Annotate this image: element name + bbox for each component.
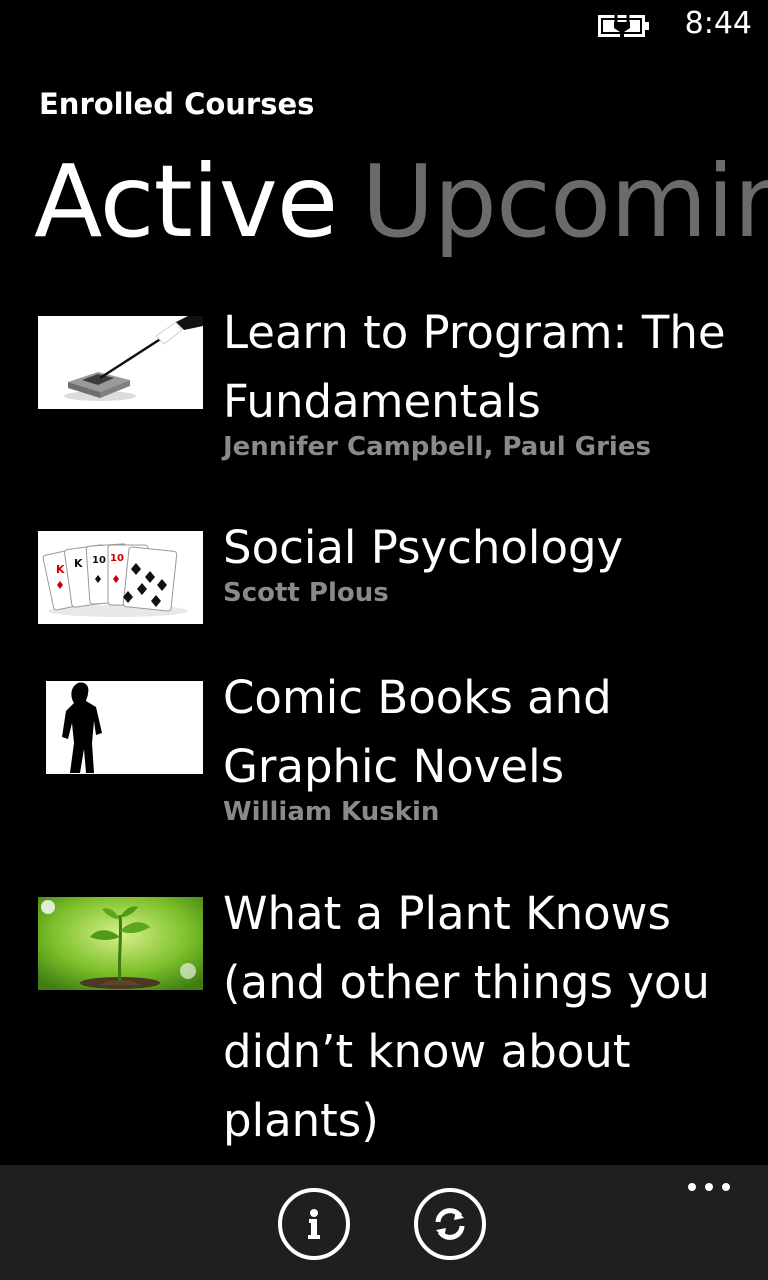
svg-text:10: 10: [92, 555, 106, 566]
course-title: Social Psychology: [223, 521, 624, 574]
info-button[interactable]: [278, 1188, 350, 1260]
playing-cards-image: K K 10 10: [38, 531, 203, 624]
svg-text:K: K: [74, 557, 83, 570]
course-text: Social Psychology Scott Plous: [223, 521, 743, 610]
svg-text:10: 10: [110, 553, 124, 564]
app-title: Enrolled Courses: [39, 87, 315, 121]
silhouette-figure-image: [38, 681, 203, 774]
refresh-icon: [435, 1208, 465, 1240]
ellipsis-icon[interactable]: [686, 1181, 732, 1193]
seedling-image: [38, 897, 203, 990]
course-text: Learn to Program: The Fundamentals Jenni…: [223, 306, 743, 464]
info-icon: [308, 1209, 320, 1239]
status-time: 8:44: [684, 6, 752, 41]
wand-over-box-image: [38, 316, 203, 409]
pivot-header: ActiveUpcoming: [34, 132, 768, 272]
course-text: What a Plant Knows (and other things you…: [223, 887, 743, 1155]
course-instructor: Jennifer Campbell, Paul Gries: [223, 432, 651, 462]
app-bar: [0, 1165, 768, 1280]
course-item[interactable]: Learn to Program: The Fundamentals Jenni…: [38, 306, 758, 486]
course-title: Comic Books and Graphic Novels: [223, 671, 612, 793]
pivot-item-active[interactable]: Active: [34, 132, 338, 272]
svg-text:K: K: [56, 563, 65, 576]
course-item[interactable]: K K 10 10 Social Psychology Scott Plous: [38, 521, 758, 631]
course-item[interactable]: What a Plant Knows (and other things you…: [38, 887, 758, 1157]
course-title: What a Plant Knows (and other things you…: [223, 887, 710, 1147]
refresh-button[interactable]: [414, 1188, 486, 1260]
battery-charging-icon: [598, 14, 649, 38]
course-text: Comic Books and Graphic Novels William K…: [223, 671, 743, 829]
pivot-item-upcoming[interactable]: Upcoming: [361, 132, 768, 272]
status-bar: 8:44: [0, 0, 768, 50]
course-item[interactable]: Comic Books and Graphic Novels William K…: [38, 671, 758, 841]
course-title: Learn to Program: The Fundamentals: [223, 306, 726, 428]
